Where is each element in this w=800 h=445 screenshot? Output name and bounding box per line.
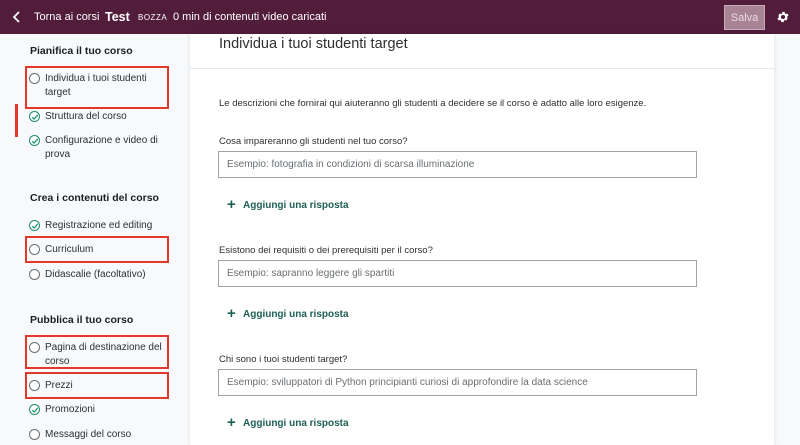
- check-circle-icon: [29, 135, 40, 146]
- sidebar-item-target-students[interactable]: Individua i tuoi studenti target: [29, 72, 179, 100]
- chevron-left-icon[interactable]: [11, 9, 23, 25]
- add-answer-button[interactable]: + Aggiungi una risposta: [227, 305, 349, 322]
- sidebar-item-pricing[interactable]: Prezzi: [29, 379, 179, 393]
- top-bar: Torna ai corsi Test BOZZA 0 min di conte…: [0, 0, 800, 34]
- empty-circle-icon: [29, 342, 40, 353]
- plus-icon: +: [227, 196, 236, 213]
- sidebar-item-recording[interactable]: Registrazione ed editing: [29, 219, 179, 233]
- plus-icon: +: [227, 305, 236, 322]
- sidebar-item-landing-page[interactable]: Pagina di destinazione del corso: [29, 341, 179, 369]
- sidebar-item-setup-video[interactable]: Configurazione e video di prova: [29, 134, 179, 162]
- divider: [190, 68, 774, 69]
- answer-input[interactable]: [218, 151, 697, 178]
- plus-icon: +: [227, 414, 236, 431]
- empty-circle-icon: [29, 429, 40, 440]
- question-label: Chi sono i tuoi studenti target?: [219, 354, 348, 365]
- sidebar-item-label: Struttura del corso: [45, 111, 127, 122]
- answer-input[interactable]: [218, 369, 697, 396]
- main-panel: Individua i tuoi studenti target Le desc…: [190, 34, 774, 445]
- sidebar-item-label: Individua i tuoi studenti target: [45, 73, 147, 98]
- sidebar-item-label: Didascalie (facoltativo): [45, 269, 146, 280]
- back-to-courses-link[interactable]: Torna ai corsi: [34, 11, 99, 23]
- save-button[interactable]: Salva: [724, 5, 765, 30]
- question-label: Esistono dei requisiti o dei prerequisit…: [219, 245, 433, 256]
- page-title: Individua i tuoi studenti target: [219, 36, 408, 52]
- sidebar-item-label: Prezzi: [45, 380, 73, 391]
- add-answer-button[interactable]: + Aggiungi una risposta: [227, 414, 349, 431]
- sidebar-item-promotions[interactable]: Promozioni: [29, 403, 179, 417]
- empty-circle-icon: [29, 269, 40, 280]
- check-circle-icon: [29, 220, 40, 231]
- check-circle-icon: [29, 111, 40, 122]
- section-title-plan: Pianifica il tuo corso: [30, 45, 133, 57]
- sidebar-item-course-structure[interactable]: Struttura del corso: [29, 110, 179, 124]
- status-badge: BOZZA: [138, 13, 168, 22]
- empty-circle-icon: [29, 73, 40, 84]
- sidebar-item-captions[interactable]: Didascalie (facoltativo): [29, 268, 179, 282]
- add-answer-label: Aggiungi una risposta: [243, 308, 349, 320]
- empty-circle-icon: [29, 380, 40, 391]
- add-answer-label: Aggiungi una risposta: [243, 417, 349, 429]
- active-item-marker: [15, 104, 18, 137]
- sidebar-item-label: Pagina di destinazione del corso: [45, 342, 162, 367]
- question-label: Cosa impareranno gli studenti nel tuo co…: [219, 136, 408, 147]
- intro-text: Le descrizioni che fornirai qui aiuteran…: [219, 98, 647, 109]
- empty-circle-icon: [29, 244, 40, 255]
- sidebar-item-label: Promozioni: [45, 404, 96, 415]
- sidebar-item-label: Messaggi del corso: [45, 429, 132, 440]
- sidebar-item-label: Curriculum: [45, 244, 94, 255]
- section-title-publish: Pubblica il tuo corso: [30, 314, 134, 326]
- sidebar-item-curriculum[interactable]: Curriculum: [29, 243, 179, 257]
- sidebar-item-course-messages[interactable]: Messaggi del corso: [29, 428, 179, 442]
- video-content-info: 0 min di contenuti video caricati: [173, 11, 327, 23]
- check-circle-icon: [29, 404, 40, 415]
- add-answer-button[interactable]: + Aggiungi una risposta: [227, 196, 349, 213]
- add-answer-label: Aggiungi una risposta: [243, 199, 349, 211]
- sidebar-item-label: Registrazione ed editing: [45, 220, 153, 231]
- section-title-create: Crea i contenuti del corso: [30, 192, 159, 204]
- course-title: Test: [105, 10, 130, 24]
- answer-input[interactable]: [218, 260, 697, 287]
- gear-icon[interactable]: [776, 10, 790, 24]
- sidebar: Pianifica il tuo corso Individua i tuoi …: [0, 34, 190, 445]
- sidebar-item-label: Configurazione e video di prova: [45, 135, 158, 160]
